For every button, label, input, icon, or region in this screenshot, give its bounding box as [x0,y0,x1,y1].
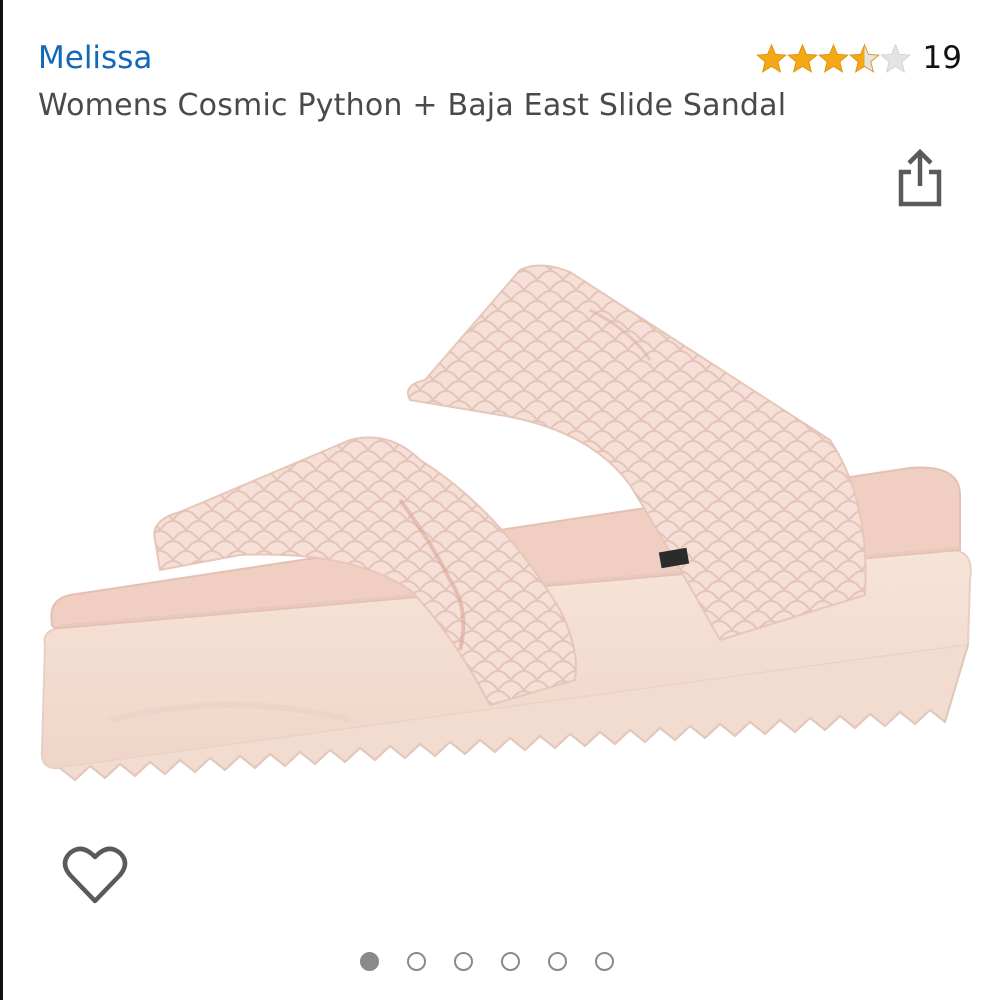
carousel-dot[interactable] [595,952,614,971]
heart-outline-icon[interactable] [62,843,128,907]
carousel-dot[interactable] [407,952,426,971]
star-full-icon [817,43,849,73]
star-empty-icon [879,43,911,73]
rating-stars [755,42,911,75]
image-carousel-dots [360,952,614,971]
brand-link[interactable]: Melissa [38,40,152,76]
product-image[interactable] [30,250,980,810]
star-full-icon [786,43,818,73]
product-title: Womens Cosmic Python + Baja East Slide S… [38,88,787,123]
rating-summary[interactable]: 19 [755,40,962,76]
carousel-dot[interactable] [501,952,520,971]
carousel-dot[interactable] [360,952,379,971]
carousel-dot[interactable] [454,952,473,971]
screen-edge [0,0,3,1000]
carousel-dot[interactable] [548,952,567,971]
share-icon[interactable] [893,148,947,208]
star-half-icon [848,43,880,73]
star-full-icon [755,43,787,73]
rating-count: 19 [922,40,962,76]
